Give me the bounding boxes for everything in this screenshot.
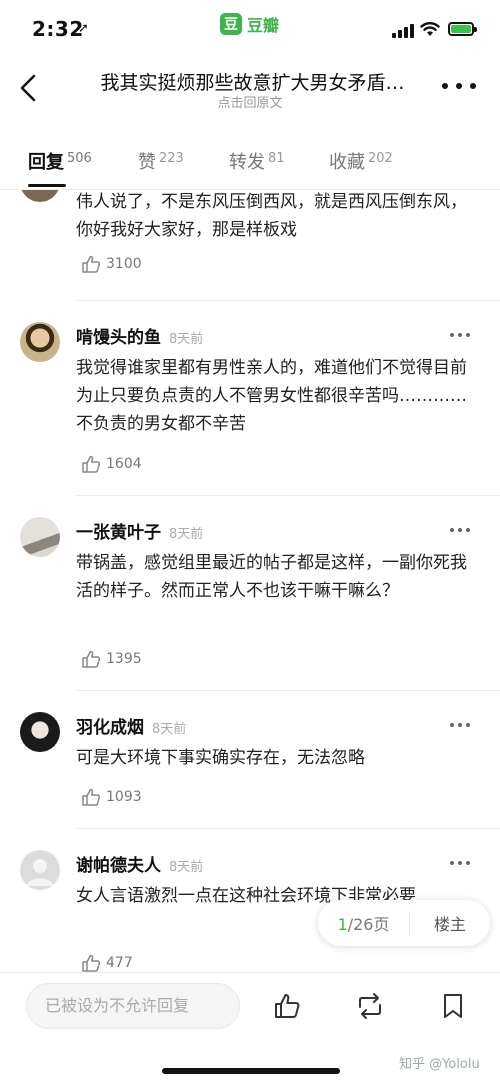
- like-button[interactable]: 477: [80, 952, 133, 974]
- like-count: 477: [106, 955, 133, 971]
- comment-text: 伟人说了，不是东风压倒西风，就是西风压倒东风，你好我好大家好，那是样板戏: [76, 192, 467, 240]
- like-count: 3100: [106, 256, 142, 272]
- comment-text: 可是大环境下事实确实存在，无法忽略: [76, 748, 365, 768]
- comment-item: 伟人说了，不是东风压倒西风，就是西风压倒东风，你好我好大家好，那是样板戏 310…: [0, 190, 500, 288]
- status-time: 2:32: [32, 17, 84, 41]
- like-button[interactable]: 3100: [80, 253, 142, 275]
- back-arrow-icon[interactable]: [14, 70, 46, 106]
- comment-author[interactable]: 啃馒头的鱼 8天前: [76, 323, 203, 348]
- cellular-signal-icon: [392, 24, 414, 38]
- current-page: 1: [337, 915, 348, 934]
- thumbs-up-icon: [82, 954, 101, 972]
- comment-time: 8天前: [169, 860, 204, 875]
- comment-author[interactable]: 谢帕德夫人 8天前: [76, 851, 203, 876]
- back-to-original-link[interactable]: 点击回原文: [150, 92, 350, 111]
- thumbs-up-icon: [82, 788, 101, 806]
- comment-text: 带锅盖，感觉组里最近的帖子都是这样，一副你死我活的样子。然而正常人不也该干嘛干嘛…: [76, 553, 467, 601]
- reshare-icon[interactable]: [354, 991, 386, 1021]
- tab-bar: 回复 506 赞 223 转发 81 收藏 202: [0, 138, 500, 190]
- default-avatar-icon: [26, 859, 54, 886]
- like-count: 1604: [106, 456, 142, 472]
- avatar[interactable]: [20, 322, 60, 362]
- more-options-icon[interactable]: [450, 333, 470, 339]
- thumbs-up-icon: [82, 455, 101, 473]
- tab-count: 81: [268, 151, 285, 166]
- username: 一张黄叶子: [76, 523, 161, 543]
- comment-item: 啃馒头的鱼 8天前 我觉得谁家里都有男性亲人的，难道他们不觉得目前为止只要负点责的…: [0, 320, 500, 500]
- nav-bar: 我其实挺烦那些故意扩大男女矛盾… 点击回原文: [0, 58, 500, 122]
- like-button[interactable]: 1395: [80, 648, 142, 670]
- comment-time: 8天前: [169, 527, 204, 542]
- comment-time: 8天前: [169, 332, 204, 347]
- comment-list[interactable]: 伟人说了，不是东风压倒西风，就是西风压倒东风，你好我好大家好，那是样板戏 310…: [0, 190, 500, 975]
- tab-replies[interactable]: 回复 506: [28, 148, 92, 174]
- divider: [76, 300, 500, 301]
- douban-logo-icon: 豆: [220, 13, 242, 35]
- comment-text: 我觉得谁家里都有男性亲人的，难道他们不觉得目前为止只要负点责的人不管男女性都很辛…: [76, 358, 467, 434]
- thumbs-up-icon[interactable]: [272, 991, 302, 1021]
- tab-collections[interactable]: 收藏 202: [329, 148, 393, 174]
- bottom-toolbar: 已被设为不允许回复 知乎 @Yololu: [0, 972, 500, 1082]
- username: 羽化成烟: [76, 718, 144, 738]
- bookmark-icon[interactable]: [438, 991, 468, 1021]
- page-navigator: 1/26页 楼主: [318, 900, 490, 946]
- home-indicator: [162, 1068, 340, 1074]
- page-title[interactable]: 我其实挺烦那些故意扩大男女矛盾…: [80, 68, 425, 95]
- app-logo: 豆 豆瓣: [220, 12, 279, 36]
- tab-label: 回复: [28, 152, 64, 173]
- wifi-icon: [420, 22, 440, 36]
- page-indicator[interactable]: 1/26页: [318, 911, 410, 935]
- avatar[interactable]: [20, 850, 60, 890]
- comment-author[interactable]: 羽化成烟 8天前: [76, 713, 186, 738]
- battery-icon: [448, 22, 477, 36]
- avatar[interactable]: [20, 712, 60, 752]
- like-button[interactable]: 1604: [80, 453, 142, 475]
- total-pages: /26页: [347, 915, 390, 934]
- divider: [76, 495, 500, 496]
- username: 啃馒头的鱼: [76, 328, 161, 348]
- op-only-button[interactable]: 楼主: [410, 911, 490, 935]
- tab-reshares[interactable]: 转发 81: [229, 148, 285, 174]
- location-arrow-icon: ➚: [78, 21, 89, 36]
- tab-count: 223: [159, 151, 184, 166]
- like-count: 1395: [106, 651, 142, 667]
- more-options-icon[interactable]: [442, 74, 476, 98]
- tab-label: 赞: [138, 152, 156, 173]
- reply-input[interactable]: 已被设为不允许回复: [26, 983, 240, 1029]
- tab-count: 506: [67, 151, 92, 166]
- thumbs-up-icon: [82, 650, 101, 668]
- divider: [76, 690, 500, 691]
- username: 谢帕德夫人: [76, 856, 161, 876]
- avatar[interactable]: [20, 517, 60, 557]
- comment-item: 一张黄叶子 8天前 带锅盖，感觉组里最近的帖子都是这样，一副你死我活的样子。然而正…: [0, 515, 500, 695]
- more-options-icon[interactable]: [450, 723, 470, 729]
- app-name: 豆瓣: [247, 16, 280, 35]
- thumbs-up-icon: [82, 255, 101, 273]
- more-options-icon[interactable]: [450, 528, 470, 534]
- more-options-icon[interactable]: [450, 861, 470, 867]
- like-button[interactable]: 1093: [80, 786, 142, 808]
- comment-time: 8天前: [152, 722, 187, 737]
- watermark: 知乎 @Yololu: [399, 1057, 480, 1072]
- status-bar: 2:32 ➚ 豆 豆瓣: [0, 0, 500, 58]
- active-tab-indicator: [28, 184, 66, 187]
- like-count: 1093: [106, 789, 142, 805]
- tab-likes[interactable]: 赞 223: [138, 148, 184, 174]
- comment-author[interactable]: 一张黄叶子 8天前: [76, 518, 203, 543]
- comment-item: 羽化成烟 8天前 可是大环境下事实确实存在，无法忽略 1093: [0, 710, 500, 830]
- tab-label: 收藏: [329, 152, 365, 173]
- divider: [76, 828, 500, 829]
- tab-label: 转发: [229, 152, 265, 173]
- tab-count: 202: [368, 151, 393, 166]
- avatar[interactable]: [20, 190, 60, 202]
